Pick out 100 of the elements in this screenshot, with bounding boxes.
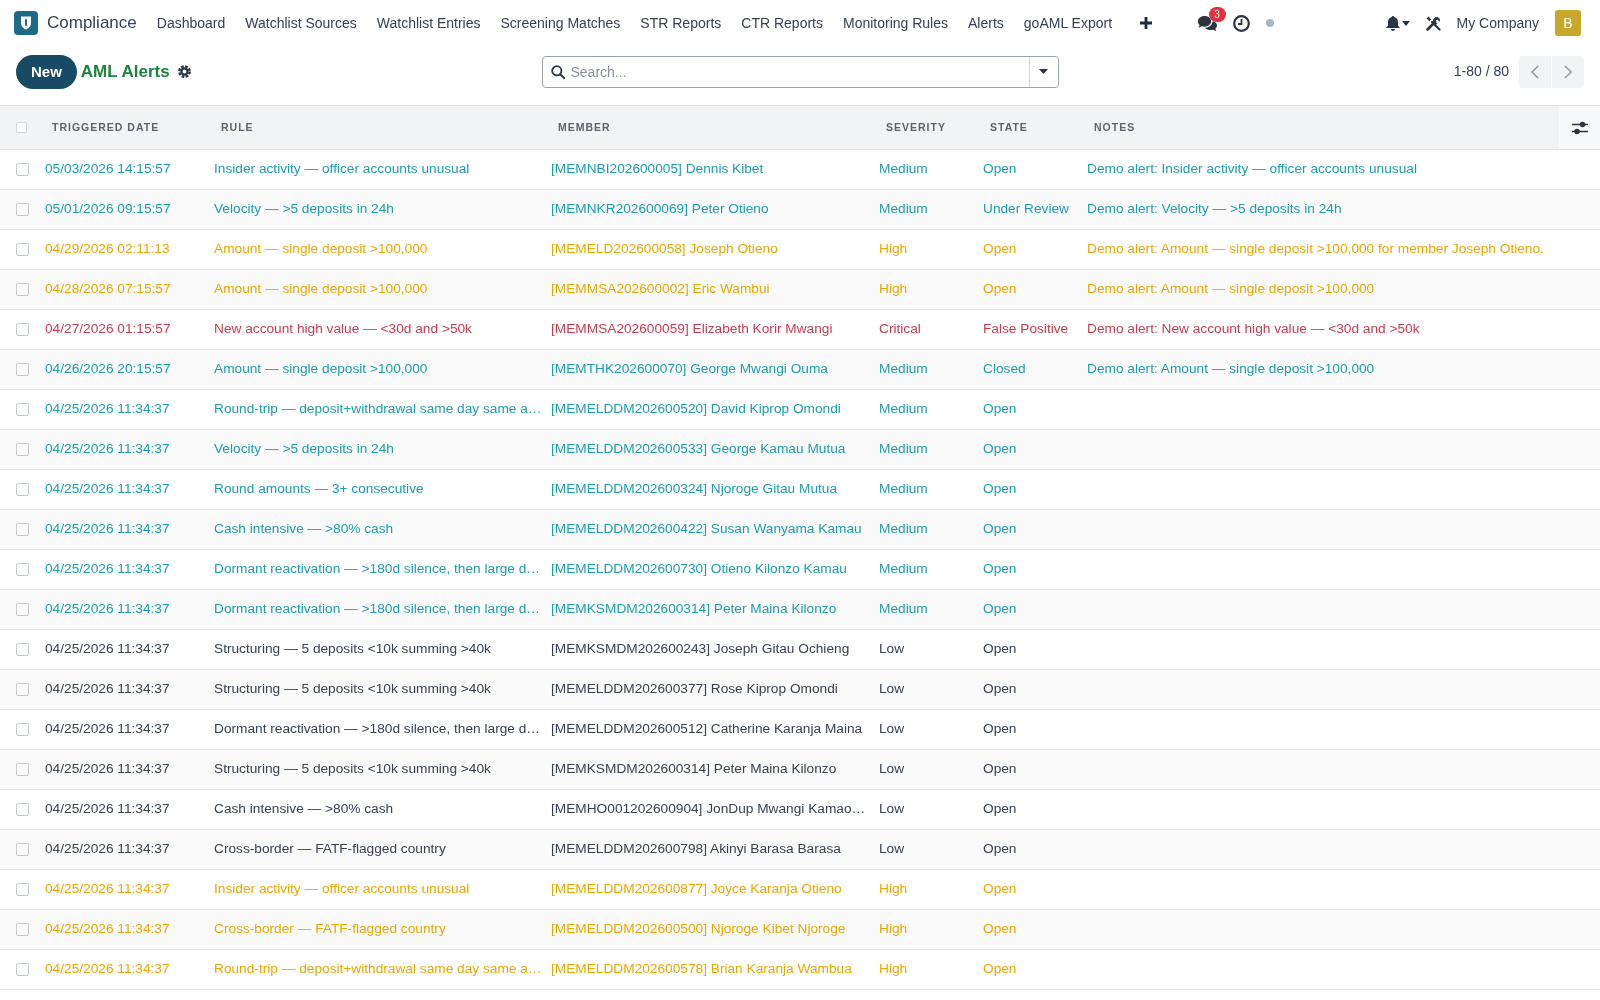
row-checkbox[interactable]: [16, 963, 29, 976]
next-page-button[interactable]: [1552, 55, 1584, 88]
table-cell: Dormant reactivation — >180d silence, then large d…: [206, 709, 543, 750]
new-button[interactable]: New: [16, 54, 77, 89]
menu-item[interactable]: Watchlist Sources: [235, 12, 367, 34]
app-name[interactable]: Compliance: [47, 10, 137, 36]
table-row[interactable]: 04/25/2026 11:34:37 Dormant reactivation — >180d silence, then large d… [MEMKSMDM202600314] Peter Maina Kilonzo Medium Open: [0, 589, 1600, 630]
row-checkbox[interactable]: [16, 523, 29, 536]
row-checkbox[interactable]: [16, 883, 29, 896]
menu-item[interactable]: CTR Reports: [731, 12, 833, 34]
menu-item[interactable]: Alerts: [958, 12, 1014, 34]
table-cell: Low: [871, 789, 975, 830]
column-header[interactable]: NOTES: [1079, 105, 1559, 150]
table-cell: Open: [975, 829, 1079, 870]
row-checkbox[interactable]: [16, 723, 29, 736]
table-row[interactable]: 04/25/2026 11:34:37 Round amounts — 3+ consecutive [MEMELDDM202600324] Njoroge Gitau Mutua Medium Open: [0, 469, 1600, 510]
table-cell: High: [871, 269, 975, 310]
table-cell: 04/25/2026 11:34:37: [37, 789, 206, 830]
table-cell: [MEMELDDM202600324] Njoroge Gitau Mutua: [543, 469, 871, 510]
table-row[interactable]: 04/25/2026 11:34:37 Cash intensive — >80% cash [MEMHO001202600904] JonDup Mwangi Kamao… Low Open: [0, 789, 1600, 830]
table-row[interactable]: 04/27/2026 01:15:57 New account high value — <30d and >50k [MEMMSA202600059] Elizabeth Korir Mwangi Critical False Positive Demo alert: New account high value — <30d and >50k: [0, 309, 1600, 350]
row-checkbox[interactable]: [16, 323, 29, 336]
table-cell: [MEMHO001202600904] JonDup Mwangi Kamao…: [543, 789, 871, 830]
pager-range[interactable]: 1-80 / 80: [1453, 61, 1509, 82]
row-checkbox[interactable]: [16, 683, 29, 696]
table-row[interactable]: 04/25/2026 11:34:37 Dormant reactivation — >180d silence, then large d… [MEMELDDM202600512] Catherine Karanja Maina Low Open: [0, 709, 1600, 750]
menu-item[interactable]: goAML Export: [1013, 12, 1123, 34]
table-cell: Open: [975, 149, 1079, 190]
table-row[interactable]: 04/25/2026 11:34:37 Structuring — 5 deposits <10k summing >40k [MEMKSMDM202600243] Joseph Gitau Ochieng Low Open: [0, 629, 1600, 670]
shield-logo-icon[interactable]: [14, 11, 38, 35]
column-header[interactable]: SEVERITY: [871, 105, 975, 150]
column-header[interactable]: TRIGGERED DATE: [37, 105, 206, 150]
table-cell: Medium: [871, 589, 975, 630]
row-checkbox[interactable]: [16, 363, 29, 376]
row-checkbox[interactable]: [16, 203, 29, 216]
table-cell: 04/26/2026 20:15:57: [37, 349, 206, 390]
table-cell: Medium: [871, 349, 975, 390]
table-cell: 05/03/2026 14:15:57: [37, 149, 206, 190]
table-row[interactable]: 04/25/2026 11:34:37 Cross-border — FATF-flagged country [MEMELDDM202600798] Akinyi Barasa Barasa Low Open: [0, 829, 1600, 870]
table-cell: Structuring — 5 deposits <10k summing >40k: [206, 749, 543, 790]
table-cell: Open: [975, 629, 1079, 670]
select-all-checkbox[interactable]: [16, 122, 27, 133]
tools-icon[interactable]: [1425, 15, 1441, 31]
row-checkbox[interactable]: [16, 923, 29, 936]
table-row[interactable]: 05/01/2026 09:15:57 Velocity — >5 deposits in 24h [MEMNKR202600069] Peter Otieno Medium Under Review Demo alert: Velocity — >5 deposits in 24h: [0, 189, 1600, 230]
row-checkbox[interactable]: [16, 803, 29, 816]
table-cell: Open: [975, 549, 1079, 590]
table-cell: Open: [975, 909, 1079, 950]
table-row[interactable]: 04/25/2026 11:34:37 Cash intensive — >80% cash [MEMELDDM202600422] Susan Wanyama Kamau Medium Open: [0, 509, 1600, 550]
plus-icon[interactable]: [1140, 17, 1153, 29]
table-cell: 04/25/2026 11:34:37: [37, 829, 206, 870]
bell-icon[interactable]: [1385, 15, 1400, 31]
table-cell: 04/25/2026 11:34:37: [37, 509, 206, 550]
sliders-icon[interactable]: [1571, 120, 1588, 135]
table-cell: High: [871, 869, 975, 910]
table-cell: Medium: [871, 389, 975, 430]
menu-item[interactable]: Dashboard: [146, 12, 236, 34]
row-checkbox[interactable]: [16, 843, 29, 856]
row-checkbox[interactable]: [16, 483, 29, 496]
table-cell: New account high value — <30d and >50k: [206, 309, 543, 350]
search-options-button[interactable]: [1028, 56, 1058, 87]
row-checkbox[interactable]: [16, 163, 29, 176]
column-header[interactable]: RULE: [206, 105, 543, 150]
table-cell: Cash intensive — >80% cash: [206, 509, 543, 550]
caret-icon[interactable]: [1401, 20, 1410, 26]
menu-item[interactable]: STR Reports: [630, 12, 732, 34]
row-checkbox[interactable]: [16, 443, 29, 456]
gear-icon[interactable]: [177, 65, 191, 78]
column-header[interactable]: MEMBER: [543, 105, 871, 150]
row-checkbox[interactable]: [16, 243, 29, 256]
menu-item[interactable]: Watchlist Entries: [366, 12, 491, 34]
table-cell: [MEMELDDM202600877] Joyce Karanja Otieno: [543, 869, 871, 910]
row-checkbox[interactable]: [16, 643, 29, 656]
menu-item[interactable]: Screening Matches: [490, 12, 631, 34]
table-cell: Medium: [871, 469, 975, 510]
table-cell: Open: [975, 869, 1079, 910]
table-cell: Low: [871, 629, 975, 670]
table-row[interactable]: 05/03/2026 14:15:57 Insider activity — officer accounts unusual [MEMNBI202600005] Dennis Kibet Medium Open Demo alert: Insider activity — officer accounts unusual: [0, 149, 1600, 190]
previous-page-button[interactable]: [1519, 55, 1551, 88]
row-checkbox[interactable]: [16, 283, 29, 296]
table-row[interactable]: 04/25/2026 11:34:37 Velocity — >5 deposits in 24h [MEMELDDM202600533] George Kamau Mutua Medium Open: [0, 429, 1600, 470]
table-cell: Open: [975, 469, 1079, 510]
column-header[interactable]: STATE: [975, 105, 1079, 150]
row-checkbox[interactable]: [16, 603, 29, 616]
table-cell: [MEMELDDM202600520] David Kiprop Omondi: [543, 389, 871, 430]
table-row[interactable]: 04/25/2026 11:34:37 Dormant reactivation — >180d silence, then large d… [MEMELDDM202600730] Otieno Kilonzo Kamau Medium Open: [0, 549, 1600, 590]
row-checkbox[interactable]: [16, 563, 29, 576]
row-checkbox[interactable]: [16, 763, 29, 776]
search-field[interactable]: Search...: [541, 55, 1059, 88]
table-row[interactable]: 04/26/2026 20:15:57 Amount — single deposit >100,000 [MEMTHK202600070] George Mwangi Ouma Medium Closed Demo alert: Amount — single deposit >100,000: [0, 349, 1600, 390]
table-row[interactable]: 04/25/2026 11:34:37 Structuring — 5 deposits <10k summing >40k [MEMELDDM202600377] Rose Kiprop Omondi Low Open: [0, 669, 1600, 710]
search-input[interactable]: Search...: [564, 56, 1029, 87]
table-cell: False Positive: [975, 309, 1079, 350]
menu-item[interactable]: Monitoring Rules: [832, 12, 959, 34]
company-switcher[interactable]: My Company: [1456, 12, 1539, 34]
clock-icon[interactable]: [1232, 14, 1250, 32]
table-cell: Demo alert: Insider activity — officer accounts unusual: [1079, 149, 1559, 190]
table-row[interactable]: 04/25/2026 11:34:37 Structuring — 5 deposits <10k summing >40k [MEMKSMDM202600314] Peter Maina Kilonzo Low Open: [0, 749, 1600, 790]
table-row[interactable]: 04/25/2026 11:34:37 Round-trip — deposit+withdrawal same day same a… [MEMELDDM202600520] David Kiprop Omondi Medium Open: [0, 389, 1600, 430]
row-checkbox[interactable]: [16, 403, 29, 416]
